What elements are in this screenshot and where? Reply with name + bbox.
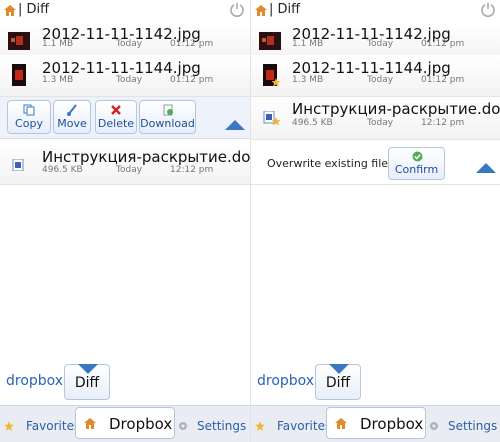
- bottom-tab-bar: Favorites Dropbox Settings: [251, 405, 500, 442]
- home-icon[interactable]: [255, 5, 267, 16]
- tab-settings[interactable]: Settings: [197, 419, 246, 433]
- power-icon[interactable]: [229, 1, 245, 17]
- file-row-selected[interactable]: 2012-11-11-1144.jpg 1.3 MB Today 01:12 p…: [0, 55, 250, 97]
- file-time: 12:12 pm: [170, 165, 214, 175]
- gear-icon: [179, 422, 187, 430]
- home-icon: [84, 418, 96, 429]
- file-date: Today: [116, 165, 143, 175]
- download-icon: [163, 104, 173, 116]
- file-time: 01:12 pm: [421, 75, 465, 85]
- file-size: 1.3 MB: [292, 75, 324, 85]
- image-thumbnail-favorite-icon: [263, 64, 281, 87]
- breadcrumb-current[interactable]: Diff: [315, 364, 361, 400]
- file-size: 1.1 MB: [292, 39, 324, 49]
- confirm-check-icon: [412, 151, 423, 162]
- favorites-star-icon: [255, 421, 265, 431]
- left-screen: | Diff 2012-11-11-1142.jpg 1.1 MB Today …: [0, 0, 250, 442]
- file-row[interactable]: 2012-11-11-1144.jpg 1.3 MB Today 01:12 p…: [251, 55, 500, 97]
- collapse-arrow-icon[interactable]: [476, 163, 496, 173]
- current-folder-marker-icon: [329, 364, 349, 374]
- file-time: 01:12 pm: [421, 39, 465, 49]
- breadcrumb-current[interactable]: Diff: [64, 364, 110, 400]
- favorites-star-icon: [4, 421, 14, 431]
- home-icon[interactable]: [4, 5, 16, 16]
- file-size: 1.1 MB: [42, 39, 74, 49]
- file-time: 01:12 pm: [170, 39, 214, 49]
- overwrite-question: Overwrite existing file?: [267, 157, 394, 170]
- image-thumbnail-icon: [12, 64, 26, 86]
- file-time: 01:12 pm: [170, 75, 214, 85]
- gear-icon: [430, 422, 438, 430]
- file-time: 12:12 pm: [421, 118, 465, 128]
- file-row-selected[interactable]: Инструкция-раскрытие.doc 496.5 KB Today …: [251, 97, 500, 140]
- bottom-tab-bar: Favorites Dropbox Settings: [0, 405, 250, 442]
- file-action-bar: Copy Move Delete Download: [0, 97, 250, 139]
- home-icon: [335, 418, 347, 429]
- file-name: Инструкция-раскрытие.doc: [42, 148, 250, 166]
- tab-dropbox[interactable]: Dropbox: [326, 407, 426, 439]
- file-row[interactable]: Инструкция-раскрытие.doc 496.5 KB Today …: [0, 140, 250, 185]
- tab-settings[interactable]: Settings: [448, 419, 497, 433]
- tab-favorites[interactable]: Favorites: [26, 419, 80, 433]
- tab-favorites[interactable]: Favorites: [277, 419, 331, 433]
- current-folder-marker-icon: [78, 364, 98, 374]
- top-bar: | Diff: [0, 0, 250, 22]
- file-size: 496.5 KB: [42, 165, 83, 175]
- breadcrumb-root[interactable]: dropbox: [6, 373, 63, 389]
- image-thumbnail-icon: [259, 32, 281, 50]
- page-title: | Diff: [269, 2, 301, 17]
- file-date: Today: [367, 39, 394, 49]
- top-bar: | Diff: [251, 0, 500, 22]
- collapse-arrow-icon[interactable]: [225, 120, 245, 130]
- tab-dropbox[interactable]: Dropbox: [75, 407, 175, 439]
- delete-icon: [111, 105, 121, 115]
- file-size: 496.5 KB: [292, 118, 333, 128]
- move-button[interactable]: Move: [53, 100, 91, 134]
- right-screen: | Diff 2012-11-11-1142.jpg 1.1 MB Today …: [250, 0, 500, 442]
- file-date: Today: [367, 75, 394, 85]
- copy-button[interactable]: Copy: [7, 100, 51, 134]
- copy-icon: [23, 104, 35, 116]
- file-size: 1.3 MB: [42, 75, 74, 85]
- file-date: Today: [116, 75, 143, 85]
- image-thumbnail-icon: [8, 32, 30, 50]
- confirm-button[interactable]: Confirm: [388, 147, 445, 180]
- move-icon: [67, 104, 77, 116]
- file-date: Today: [367, 118, 394, 128]
- power-icon[interactable]: [480, 1, 496, 17]
- file-name: Инструкция-раскрытие.doc: [292, 100, 500, 118]
- document-icon: [12, 159, 24, 171]
- breadcrumb-root[interactable]: dropbox: [257, 373, 314, 389]
- delete-button[interactable]: Delete: [95, 100, 137, 134]
- download-button[interactable]: Download: [139, 100, 196, 134]
- page-title: | Diff: [18, 2, 50, 17]
- document-favorite-icon: [263, 111, 281, 126]
- overwrite-prompt: Overwrite existing file? Confirm: [251, 140, 500, 185]
- file-date: Today: [116, 39, 143, 49]
